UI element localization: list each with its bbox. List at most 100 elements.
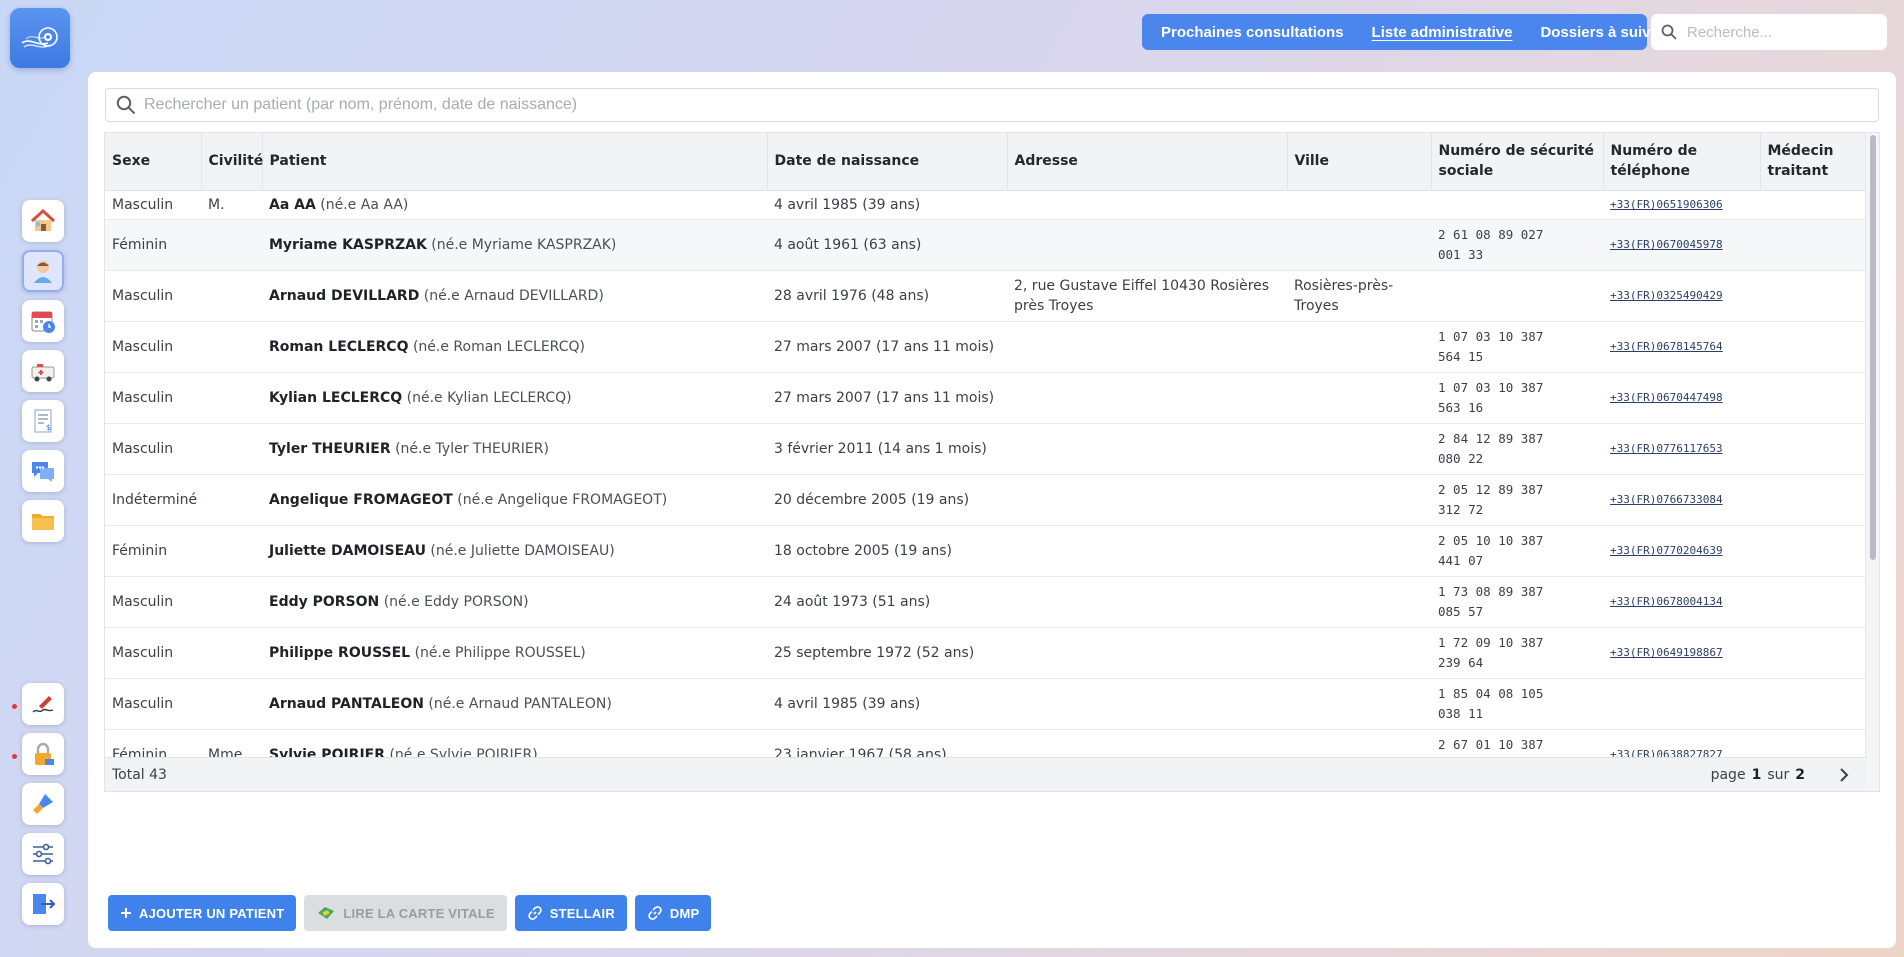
social-security-number: 2 84 12 89 387 080 22 <box>1438 430 1544 466</box>
column-header-medecin[interactable]: Médecin traitant <box>1760 133 1867 191</box>
table-row[interactable]: Masculin Roman LECLERCQ (né.e Roman LECLE… <box>105 321 1867 373</box>
cell-dob: 27 mars 2007 (17 ans 11 mois) <box>767 372 1007 424</box>
table-row[interactable]: Masculin Arnaud DEVILLARD (né.e Arnaud DE… <box>105 270 1867 322</box>
cell-telephone: +33(FR)0670447498 <box>1603 372 1760 424</box>
add-patient-button[interactable]: AJOUTER UN PATIENT <box>108 895 297 931</box>
social-security-number: 2 61 08 89 027 001 33 <box>1438 226 1544 262</box>
tab-liste-administrative[interactable]: Liste administrative <box>1372 24 1513 41</box>
table-row[interactable]: Masculin Arnaud PANTALEON (né.e Arnaud PA… <box>105 678 1867 730</box>
next-page-button[interactable] <box>1831 762 1857 788</box>
tab-dossiers-a-suivre[interactable]: Dossiers à suivre <box>1540 24 1664 41</box>
phone-link[interactable]: +33(FR)0770204639 <box>1610 544 1723 557</box>
table-row[interactable]: Masculin M. Aa AA (né.e Aa AA) 4 avril 1985… <box>105 190 1867 220</box>
phone-link[interactable]: +33(FR)0766733084 <box>1610 493 1723 506</box>
app-logo[interactable] <box>10 8 70 68</box>
sliders-icon <box>33 843 53 865</box>
cell-adresse: 2, rue Gustave Eiffel 10430 Rosières prè… <box>1007 270 1287 322</box>
cell-dob: 4 avril 1985 (39 ans) <box>767 190 1007 220</box>
column-header-nss[interactable]: Numéro de sécurité sociale <box>1431 133 1604 191</box>
paintbrush-icon <box>33 794 53 814</box>
patient-name[interactable]: Myriame KASPRZAK <box>269 237 427 253</box>
table-row[interactable]: Masculin Tyler THEURIER (né.e Tyler THEUR… <box>105 423 1867 475</box>
phone-link[interactable]: +33(FR)0776117653 <box>1610 442 1723 455</box>
cell-telephone: +33(FR)0678145764 <box>1603 321 1760 373</box>
column-header-adresse[interactable]: Adresse <box>1007 133 1288 191</box>
patient-name[interactable]: Eddy PORSON <box>269 594 379 610</box>
patient-name[interactable]: Kylian LECLERCQ <box>269 390 402 406</box>
column-header-telephone[interactable]: Numéro de téléphone <box>1603 133 1761 191</box>
nav-messages-button[interactable] <box>22 450 64 492</box>
cell-nss: 2 61 08 89 027 001 33 <box>1431 219 1603 271</box>
nav-home-button[interactable] <box>22 200 64 242</box>
column-header-sexe[interactable]: Sexe <box>105 133 202 191</box>
cell-civilite <box>201 474 262 526</box>
patient-name[interactable]: Tyler THEURIER <box>269 441 391 457</box>
phone-link[interactable]: +33(FR)0651906306 <box>1610 198 1723 211</box>
cell-nss: 2 84 12 89 387 080 22 <box>1431 423 1603 475</box>
table-row[interactable]: Masculin Eddy PORSON (né.e Eddy PORSON) 24… <box>105 576 1867 628</box>
svg-text:$: $ <box>46 423 51 432</box>
table-row[interactable]: Masculin Philippe ROUSSEL (né.e Philippe … <box>105 627 1867 679</box>
cell-adresse <box>1007 219 1287 271</box>
cell-patient: Aa AA (né.e Aa AA) <box>262 190 767 220</box>
cell-sexe: Féminin <box>105 525 201 577</box>
nav-theme-button[interactable] <box>22 783 64 825</box>
nav-logout-button[interactable] <box>22 883 64 925</box>
cell-adresse <box>1007 525 1287 577</box>
phone-link[interactable]: +33(FR)0670447498 <box>1610 391 1723 404</box>
phone-link[interactable]: +33(FR)0678145764 <box>1610 340 1723 353</box>
stellair-button[interactable]: STELLAIR <box>514 895 627 931</box>
tab-prochaines-consultations[interactable]: Prochaines consultations <box>1161 24 1344 41</box>
nav-ambulance-button[interactable] <box>22 350 64 392</box>
table-row[interactable]: Féminin Myriame KASPRZAK (né.e Myriame KA… <box>105 219 1867 271</box>
read-vitale-card-button[interactable]: LIRE LA CARTE VITALE <box>304 895 507 931</box>
global-search-input[interactable] <box>1687 23 1877 41</box>
table-row[interactable]: Indéterminé Angelique FROMAGEOT (né.e Ang… <box>105 474 1867 526</box>
patient-search-input[interactable] <box>144 96 1844 114</box>
cell-patient: Myriame KASPRZAK (né.e Myriame KASPRZAK) <box>262 219 767 271</box>
phone-link[interactable]: +33(FR)0649198867 <box>1610 646 1723 659</box>
phone-link[interactable]: +33(FR)0325490429 <box>1610 289 1723 302</box>
patient-name[interactable]: Arnaud DEVILLARD <box>269 288 419 304</box>
dmp-button[interactable]: DMP <box>634 895 712 931</box>
nav-patients-button[interactable] <box>22 250 64 292</box>
nav-sign-button[interactable] <box>22 683 64 725</box>
nav-folders-button[interactable] <box>22 500 64 542</box>
patient-name[interactable]: Juliette DAMOISEAU <box>269 543 426 559</box>
phone-link[interactable]: +33(FR)0670045978 <box>1610 238 1723 251</box>
table-row[interactable]: Féminin Juliette DAMOISEAU (né.e Juliette… <box>105 525 1867 577</box>
patient-name[interactable]: Angelique FROMAGEOT <box>269 492 453 508</box>
nav-settings-button[interactable] <box>22 833 64 875</box>
nav-calendar-button[interactable] <box>22 300 64 342</box>
phone-link[interactable]: +33(FR)0678004134 <box>1610 595 1723 608</box>
patient-search <box>105 88 1879 122</box>
cell-medecin <box>1760 627 1867 679</box>
cell-patient: Roman LECLERCQ (né.e Roman LECLERCQ) <box>262 321 767 373</box>
patient-icon <box>34 261 52 283</box>
column-header-date-naissance[interactable]: Date de naissance <box>767 133 1008 191</box>
cell-civilite <box>201 372 262 424</box>
cell-nss: 2 05 10 10 387 441 07 <box>1431 525 1603 577</box>
nav-lock-button[interactable] <box>22 733 64 775</box>
patient-name[interactable]: Arnaud PANTALEON <box>269 696 424 712</box>
table-row[interactable]: Masculin Kylian LECLERCQ (né.e Kylian LEC… <box>105 372 1867 424</box>
patient-name[interactable]: Roman LECLERCQ <box>269 339 408 355</box>
patient-birth-name: (né.e Kylian LECLERCQ) <box>406 389 572 406</box>
page-current: 1 <box>1751 767 1762 783</box>
patient-name[interactable]: Aa AA <box>269 197 316 213</box>
cell-dob: 20 décembre 2005 (19 ans) <box>767 474 1007 526</box>
patient-birth-name: (né.e Myriame KASPRZAK) <box>431 236 617 253</box>
column-header-civilite[interactable]: Civilité <box>201 133 263 191</box>
nav-invoice-button[interactable]: $ <box>22 400 64 442</box>
cell-adresse <box>1007 576 1287 628</box>
calendar-icon <box>31 311 55 333</box>
scrollbar-thumb[interactable] <box>1870 135 1876 560</box>
column-header-patient[interactable]: Patient <box>262 133 768 191</box>
column-header-ville[interactable]: Ville <box>1287 133 1432 191</box>
vitale-card-icon <box>318 907 335 919</box>
social-security-number: 1 07 03 10 387 564 15 <box>1438 328 1544 364</box>
cell-telephone <box>1603 678 1760 730</box>
patient-name[interactable]: Philippe ROUSSEL <box>269 645 410 661</box>
search-icon <box>116 95 136 115</box>
table-scrollbar[interactable] <box>1865 133 1879 791</box>
